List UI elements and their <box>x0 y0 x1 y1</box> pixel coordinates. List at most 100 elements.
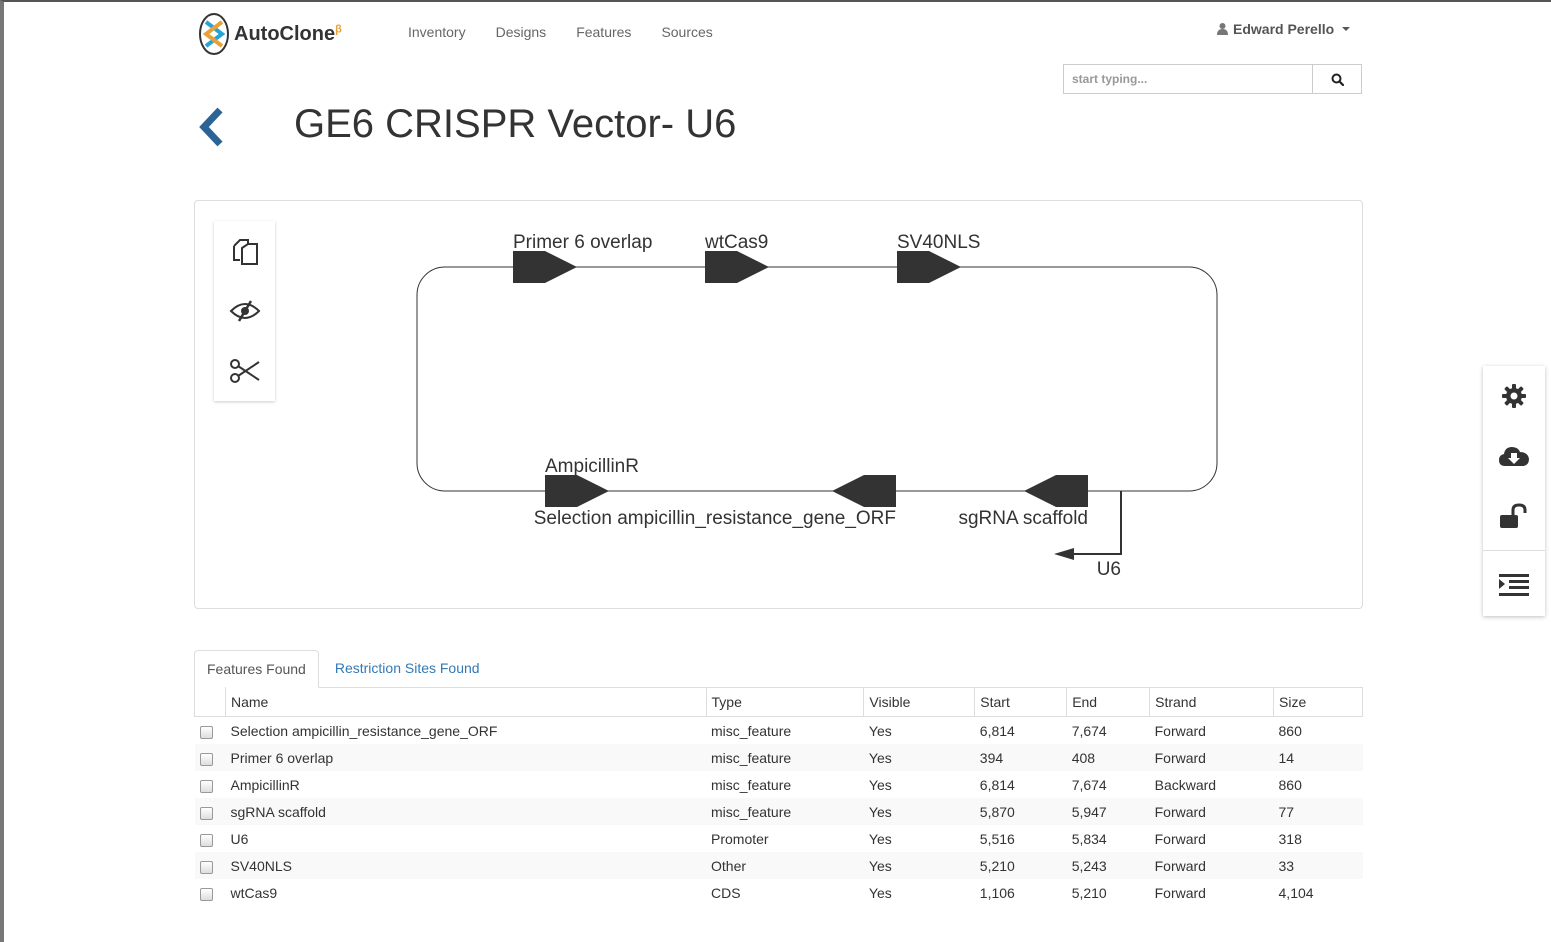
chevron-left-icon <box>199 107 223 147</box>
row-select-cell <box>195 744 226 771</box>
feature-arrow-selection-orf[interactable] <box>832 475 896 507</box>
main-nav: Inventory Designs Features Sources <box>408 24 713 40</box>
table-row[interactable]: Primer 6 overlap misc_feature Yes 394 408 For… <box>194 744 1363 771</box>
cell-strand: Forward <box>1154 722 1206 739</box>
cell-start: 1,106 <box>979 884 1015 901</box>
col-end[interactable]: End <box>1066 687 1151 717</box>
feature-label-primer6: Primer 6 overlap <box>513 232 652 253</box>
cell-size: 4,104 <box>1278 884 1314 901</box>
cell-start: 5,870 <box>979 803 1015 820</box>
col-start[interactable]: Start <box>974 687 1068 717</box>
row-checkbox[interactable] <box>199 806 213 820</box>
user-name: Edward Perello <box>1233 21 1335 37</box>
cell-start: 6,814 <box>979 776 1015 793</box>
row-select-cell <box>195 798 226 825</box>
backbone-loop <box>416 266 1218 492</box>
cell-strand: Forward <box>1154 857 1206 874</box>
cell-visible: Yes <box>868 803 892 820</box>
table-row[interactable]: sgRNA scaffold misc_feature Yes 5,870 5,947 F… <box>194 798 1363 825</box>
cell-visible: Yes <box>868 857 892 874</box>
cell-name: sgRNA scaffold <box>230 803 326 820</box>
feature-label-ampicillinr: AmpicillinR <box>545 456 639 477</box>
cell-type: misc_feature <box>711 749 792 766</box>
table-row[interactable]: U6 Promoter Yes 5,516 5,834 Forward 318 <box>195 825 1363 852</box>
col-visible[interactable]: Visible <box>863 687 976 717</box>
cell-strand: Forward <box>1154 830 1206 847</box>
settings-button[interactable] <box>1483 366 1545 426</box>
col-size[interactable]: Size <box>1273 687 1363 717</box>
row-checkbox[interactable] <box>199 779 213 793</box>
feature-arrow-wtcas9[interactable] <box>705 251 769 283</box>
search-icon <box>1331 73 1344 86</box>
tab-restriction-sites[interactable]: Restriction Sites Found <box>323 650 492 687</box>
nav-features[interactable]: Features <box>576 24 631 40</box>
cell-size: 860 <box>1278 722 1302 739</box>
feature-arrow-ampicillinr[interactable] <box>545 475 609 507</box>
col-name[interactable]: Name <box>224 687 707 717</box>
cell-end: 408 <box>1071 749 1096 766</box>
cell-visible: Yes <box>868 749 892 766</box>
side-toolbar <box>1483 366 1545 616</box>
chevron-down-icon <box>1342 27 1351 31</box>
cell-size: 77 <box>1278 803 1295 820</box>
user-menu[interactable]: Edward Perello <box>1217 21 1351 37</box>
tab-features-found[interactable]: Features Found <box>194 650 319 688</box>
row-select-cell <box>195 717 226 745</box>
cell-start: 394 <box>979 749 1004 766</box>
col-type[interactable]: Type <box>705 687 865 717</box>
cloud-download-icon <box>1499 447 1529 466</box>
row-checkbox[interactable] <box>199 752 213 766</box>
page-title: GE6 CRISPR Vector- U6 <box>294 102 737 146</box>
cell-type: CDS <box>711 884 741 901</box>
cell-end: 5,834 <box>1071 830 1107 847</box>
search-bar <box>1063 64 1362 94</box>
outline-toggle-button[interactable] <box>1483 555 1545 615</box>
app-name: AutoCloneβ <box>234 22 342 45</box>
table-row[interactable]: AmpicillinR misc_feature Yes 6,814 7,674 Back… <box>195 771 1363 798</box>
cell-end: 7,674 <box>1071 722 1107 739</box>
col-strand[interactable]: Strand <box>1149 687 1275 717</box>
cell-end: 5,947 <box>1071 803 1107 820</box>
table-header-row: Name Type Visible Start End Strand Size <box>194 687 1363 717</box>
table-row[interactable]: Selection ampicillin_resistance_gene_ORF… <box>195 717 1363 745</box>
cell-start: 5,516 <box>979 830 1015 847</box>
cell-size: 33 <box>1278 857 1295 874</box>
cell-strand: Forward <box>1154 884 1206 901</box>
search-button[interactable] <box>1312 65 1361 93</box>
search-input[interactable] <box>1064 65 1312 93</box>
row-select-cell <box>195 879 226 906</box>
row-checkbox[interactable] <box>199 887 213 901</box>
table-row[interactable]: wtCas9 CDS Yes 1,106 5,210 Forward 4,104 <box>195 879 1363 906</box>
user-icon <box>1217 23 1228 35</box>
feature-arrow-primer6[interactable] <box>513 251 577 283</box>
col-select <box>194 687 226 717</box>
cell-name: AmpicillinR <box>230 776 300 793</box>
results-tabs: Features Found Restriction Sites Found <box>194 650 1363 688</box>
cell-size: 860 <box>1278 776 1302 793</box>
cell-visible: Yes <box>868 776 892 793</box>
promoter-u6-arrowhead <box>1054 548 1074 560</box>
feature-label-wtcas9: wtCas9 <box>704 232 768 253</box>
cell-name: SV40NLS <box>230 857 292 874</box>
nav-designs[interactable]: Designs <box>496 24 547 40</box>
row-checkbox[interactable] <box>199 725 213 739</box>
nav-inventory[interactable]: Inventory <box>408 24 466 40</box>
features-table: Name Type Visible Start End Strand Size … <box>194 687 1363 906</box>
table-row[interactable]: SV40NLS Other Yes 5,210 5,243 Forward 33 <box>194 852 1363 879</box>
app-logo[interactable]: AutoCloneβ <box>198 12 342 56</box>
download-button[interactable] <box>1483 426 1545 486</box>
cell-size: 14 <box>1278 749 1295 766</box>
row-checkbox[interactable] <box>199 833 213 847</box>
back-button[interactable] <box>196 106 226 153</box>
cell-type: Promoter <box>711 830 769 847</box>
feature-arrow-sv40nls[interactable] <box>897 251 961 283</box>
feature-arrow-sgrna[interactable] <box>1024 475 1088 507</box>
cell-end: 5,210 <box>1071 884 1107 901</box>
unlock-button[interactable] <box>1483 486 1545 546</box>
nav-sources[interactable]: Sources <box>661 24 712 40</box>
indent-icon <box>1499 574 1529 596</box>
cell-size: 318 <box>1278 830 1302 847</box>
cell-name: U6 <box>230 830 249 847</box>
row-checkbox[interactable] <box>199 860 213 874</box>
cell-strand: Forward <box>1154 749 1206 766</box>
